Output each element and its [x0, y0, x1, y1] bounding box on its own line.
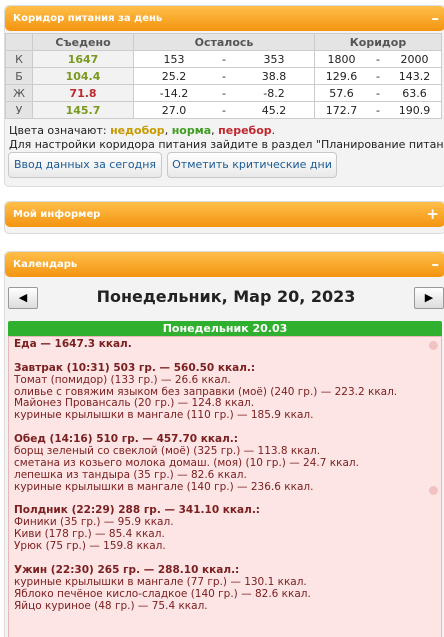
food-item: куриные крылышки в мангале (77 гр.) — 13…: [14, 575, 307, 588]
food-item: сметана из козьего молока домаш. (моя) (…: [14, 456, 359, 469]
enter-today-button[interactable]: Ввод данных за сегодня: [8, 152, 162, 178]
corridor-range-min: 57.6: [329, 86, 354, 100]
legend-norm: норма: [171, 124, 212, 137]
eaten-value: 71.8: [32, 84, 134, 102]
remaining-range: 153 - 353: [133, 50, 315, 68]
nutrient-label: У: [5, 101, 33, 119]
food-item: Урюк (75 гр.) — 159.8 ккал.: [14, 540, 166, 553]
next-day-button[interactable]: ▶: [414, 287, 444, 309]
table-row: У 145.7 27.0 - 45.2 172.7 - 190.9: [5, 101, 442, 119]
day-content: Еда — 1647.3 ккал. Завтрак (10:31) 503 гр…: [8, 336, 442, 637]
range-dash: -: [222, 103, 226, 117]
corner-cell: [5, 33, 33, 51]
remaining-range-min: 25.2: [161, 69, 187, 83]
day-total: Еда — 1647.3 ккал.: [14, 338, 132, 350]
eaten-value: 145.7: [32, 101, 134, 119]
food-item: куриные крылышки в мангале (140 гр.) — 2…: [14, 480, 314, 493]
corridor-range: 129.6 - 143.2: [314, 67, 442, 85]
corridor-panel-title: Коридор питания за день: [13, 13, 163, 24]
food-item: лепешка из тандыра (35 гр.) — 82.6 ккал.: [14, 468, 247, 481]
corridor-range: 57.6 - 63.6: [314, 84, 442, 102]
nutrient-label: К: [5, 50, 33, 68]
remaining-range-max: 38.8: [261, 69, 287, 83]
legend-prefix: Цвета означают:: [9, 124, 111, 137]
informer-panel-title: Мой информер: [13, 209, 101, 220]
informer-panel: Мой информер +: [4, 201, 444, 234]
corridor-range-max: 63.6: [402, 86, 427, 100]
range-dash: -: [376, 103, 380, 117]
range-dash: -: [376, 86, 380, 100]
col-header-remaining: Осталось: [133, 33, 315, 51]
table-row: К 1647 153 - 353 1800 - 2000: [5, 50, 442, 68]
remaining-range: 27.0 - 45.2: [133, 101, 315, 119]
corridor-range-max: 143.2: [398, 69, 431, 83]
range-dash: -: [222, 69, 226, 83]
remaining-range: 25.2 - 38.8: [133, 67, 315, 85]
food-list: Еда — 1647.3 ккал. Завтрак (10:31) 503 гр…: [14, 338, 397, 612]
corridor-range-max: 2000: [400, 52, 429, 66]
calendar-panel-header[interactable]: Календарь –: [5, 252, 444, 277]
nutrient-label: Б: [5, 67, 33, 85]
calendar-panel-title: Календарь: [13, 259, 78, 270]
nutrient-label: Ж: [5, 84, 33, 102]
remaining-range-min: -14.2: [159, 86, 189, 100]
remaining-range-max: 45.2: [261, 103, 287, 117]
corridor-range-min: 172.7: [325, 103, 358, 117]
info-dot-icon[interactable]: [429, 341, 438, 350]
table-row: Ж 71.8 -14.2 - -8.2 57.6 - 63.6: [5, 84, 442, 102]
food-item: Томат (помидор) (133 гр.) — 26.6 ккал.: [14, 373, 231, 386]
food-item: Яблоко печёное кисло-сладкое (140 гр.) —…: [14, 587, 311, 600]
minus-icon[interactable]: –: [432, 6, 440, 31]
corridor-range: 172.7 - 190.9: [314, 101, 442, 119]
range-dash: -: [222, 86, 226, 100]
mark-critical-days-button[interactable]: Отметить критические дни: [167, 152, 337, 178]
informer-panel-header[interactable]: Мой информер +: [5, 202, 444, 227]
remaining-range: -14.2 - -8.2: [133, 84, 315, 102]
legend-under: недобор: [110, 124, 165, 137]
minus-icon[interactable]: –: [432, 252, 440, 277]
legend-over: перебор: [218, 124, 272, 137]
date-nav: ◀ Понедельник, Мар 20, 2023 ▶: [8, 287, 444, 309]
eaten-value: 1647: [32, 50, 134, 68]
legend-line: Цвета означают: недобор, норма, перебор.: [9, 124, 444, 138]
corridor-range: 1800 - 2000: [314, 50, 442, 68]
corridor-range-min: 129.6: [325, 69, 358, 83]
legend-comma: ,: [164, 124, 172, 137]
settings-note: Для настройки коридора питания зайдите в…: [9, 138, 444, 151]
corridor-panel-header[interactable]: Коридор питания за день –: [5, 6, 444, 31]
remaining-range-max: 353: [263, 52, 285, 66]
legend-block: Цвета означают: недобор, норма, перебор.…: [9, 124, 444, 152]
meal-header: Завтрак (10:31) 503 гр. — 560.50 ккал.:: [14, 361, 256, 374]
corridor-table: Съедено Осталось Коридор К 1647 153 - 353 180…: [5, 33, 442, 119]
range-dash: -: [376, 52, 380, 66]
table-header-row: Съедено Осталось Коридор: [5, 33, 442, 51]
corridor-range-max: 190.9: [398, 103, 431, 117]
food-item: Яйцо куриное (48 гр.) — 75.4 ккал.: [14, 599, 208, 612]
day-header: Понедельник 20.03: [8, 321, 442, 336]
legend-period: .: [271, 124, 276, 137]
range-dash: -: [376, 69, 380, 83]
remaining-range-max: -8.2: [263, 86, 285, 100]
table-row: Б 104.4 25.2 - 38.8 129.6 - 143.2: [5, 67, 442, 85]
eaten-value: 104.4: [32, 67, 134, 85]
range-dash: -: [222, 52, 226, 66]
remaining-range-min: 27.0: [161, 103, 187, 117]
food-item: куриные крылышки в мангале (110 гр.) — 1…: [14, 409, 314, 422]
date-title: Понедельник, Мар 20, 2023: [96, 287, 356, 306]
remaining-range-min: 153: [163, 52, 185, 66]
info-dot-icon[interactable]: [429, 486, 438, 495]
triangle-right-icon: ▶: [424, 291, 434, 304]
corridor-range-min: 1800: [327, 52, 356, 66]
col-header-corridor: Коридор: [314, 33, 442, 51]
col-header-eaten: Съедено: [32, 33, 134, 51]
plus-icon[interactable]: +: [426, 202, 439, 227]
